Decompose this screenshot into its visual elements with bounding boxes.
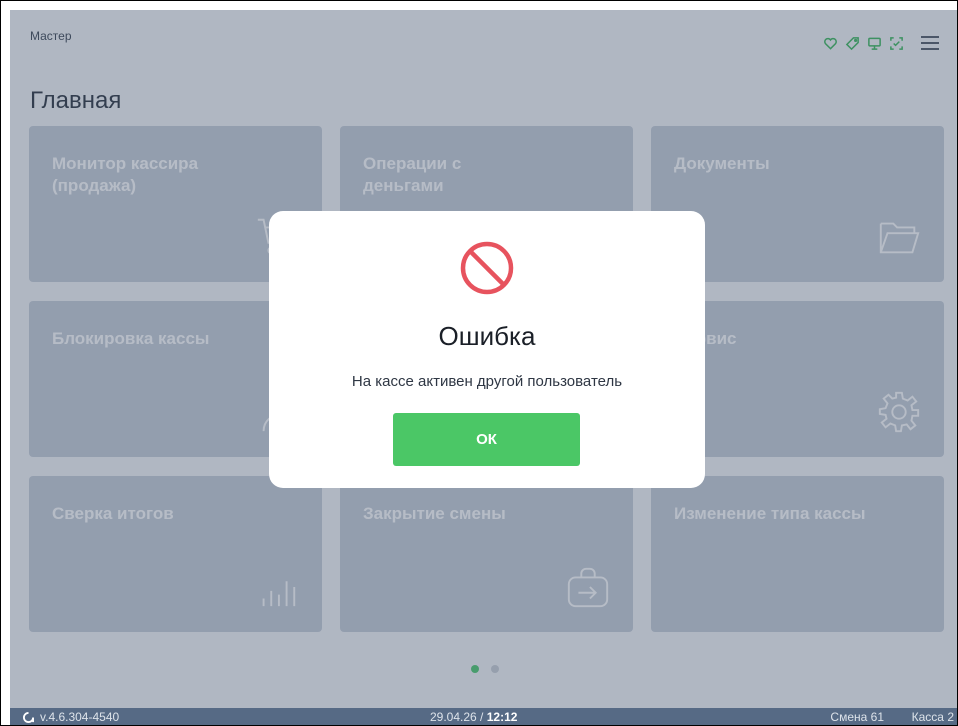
logo-icon <box>23 711 34 723</box>
version-label: v.4.6.304-4540 <box>40 710 120 724</box>
modal-overlay: Ошибка На кассе активен другой пользоват… <box>10 10 957 708</box>
date-label: 29.04.26 / <box>430 710 487 724</box>
window-frame: Мастер Главная Монитор кассира (продажа) <box>0 0 958 726</box>
shift-label: Смена 61 <box>830 710 884 724</box>
app-screen: Мастер Главная Монитор кассира (продажа) <box>10 10 957 725</box>
error-dialog: Ошибка На кассе активен другой пользоват… <box>269 211 705 488</box>
ok-button[interactable]: ОК <box>393 413 580 466</box>
dialog-message: На кассе активен другой пользователь <box>351 373 623 390</box>
dialog-title: Ошибка <box>438 321 536 351</box>
status-footer: v.4.6.304-4540 29.04.26 / 12:12 Смена 61… <box>10 708 957 725</box>
time-label: 12:12 <box>486 710 518 724</box>
forbidden-icon <box>460 241 514 295</box>
date-time: 29.04.26 / 12:12 <box>430 710 517 724</box>
version-info: v.4.6.304-4540 <box>23 710 119 724</box>
register-label: Касса 2 <box>911 710 954 724</box>
